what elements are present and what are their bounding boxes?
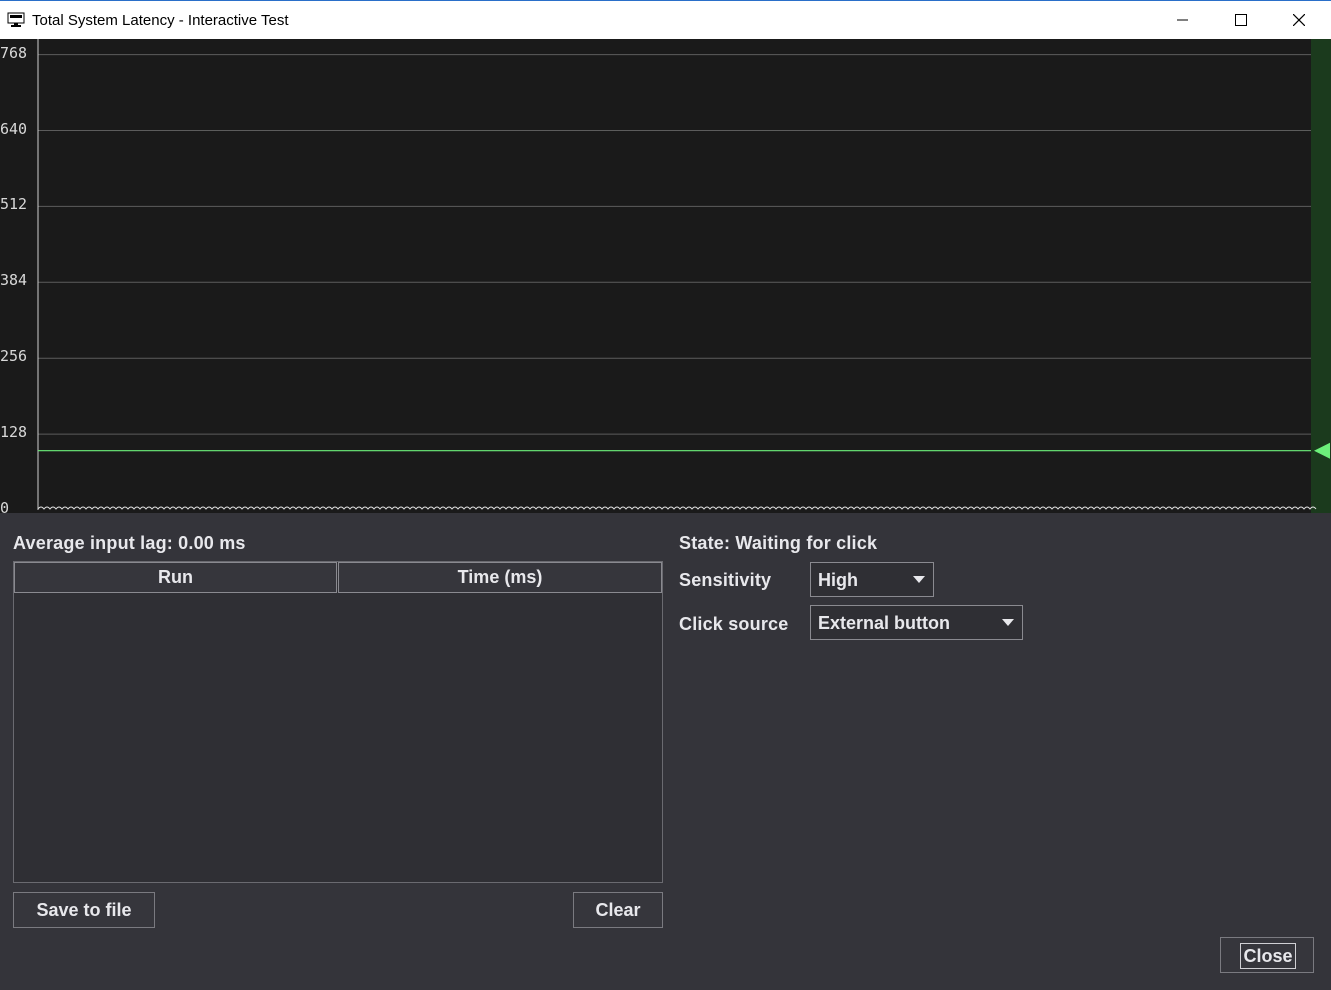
save-to-file-button[interactable]: Save to file bbox=[13, 892, 155, 928]
minimize-button[interactable] bbox=[1154, 1, 1212, 39]
window-title: Total System Latency - Interactive Test bbox=[32, 12, 289, 29]
title-bar: Total System Latency - Interactive Test bbox=[0, 0, 1331, 39]
chevron-down-icon bbox=[913, 576, 925, 583]
click-source-label: Click source bbox=[679, 614, 789, 634]
click-source-dropdown[interactable]: External button bbox=[810, 605, 1023, 640]
y-tick-label: 256 bbox=[0, 347, 28, 366]
sensitivity-dropdown[interactable]: High bbox=[810, 562, 934, 597]
latency-graph-canvas bbox=[37, 39, 1331, 513]
results-table[interactable]: Run Time (ms) bbox=[13, 561, 663, 883]
average-input-lag-label: Average input lag: 0.00 ms bbox=[13, 533, 246, 553]
close-icon bbox=[1293, 14, 1305, 26]
close-button[interactable]: Close bbox=[1220, 937, 1314, 973]
y-tick-label: 384 bbox=[0, 271, 28, 290]
app-monitor-icon bbox=[7, 12, 25, 27]
sensitivity-value: High bbox=[818, 570, 858, 590]
click-source-value: External button bbox=[818, 613, 951, 633]
window-close-button[interactable] bbox=[1270, 1, 1328, 39]
column-header-run[interactable]: Run bbox=[14, 562, 337, 593]
y-tick-label: 768 bbox=[0, 43, 28, 62]
maximize-icon bbox=[1235, 14, 1247, 26]
latency-graph[interactable]: 768 640 512 384 256 128 0 bbox=[0, 39, 1331, 517]
clear-button[interactable]: Clear bbox=[573, 892, 663, 928]
y-tick-label: 512 bbox=[0, 195, 28, 214]
maximize-button[interactable] bbox=[1212, 1, 1270, 39]
chevron-down-icon bbox=[1002, 619, 1014, 626]
column-header-time[interactable]: Time (ms) bbox=[338, 562, 662, 593]
threshold-strip bbox=[1311, 39, 1331, 513]
close-button-label: Close bbox=[1240, 943, 1296, 969]
y-tick-label: 128 bbox=[0, 423, 28, 442]
state-label: State: Waiting for click bbox=[679, 533, 878, 553]
sensitivity-label: Sensitivity bbox=[679, 570, 772, 590]
control-panel: Average input lag: 0.00 ms Run Time (ms)… bbox=[0, 513, 1331, 990]
minimize-icon bbox=[1177, 19, 1188, 21]
y-tick-label: 640 bbox=[0, 119, 28, 138]
signal-trace bbox=[37, 506, 1317, 510]
